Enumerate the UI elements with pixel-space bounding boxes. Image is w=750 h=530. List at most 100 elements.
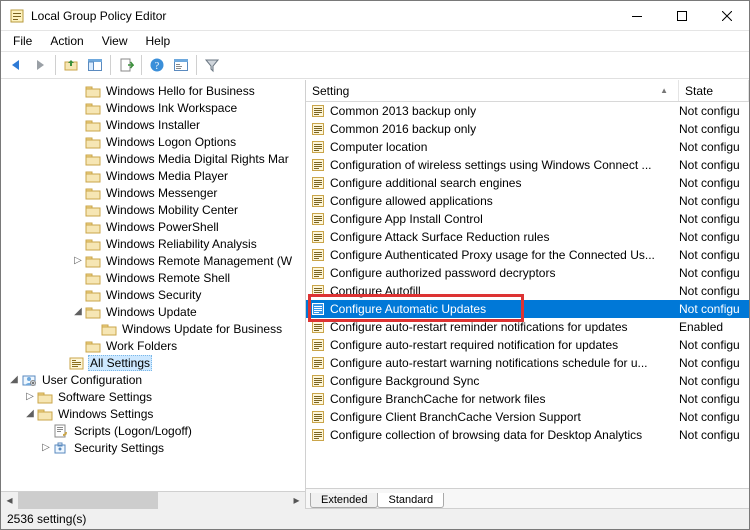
list-setting: Common 2016 backup only [330, 122, 679, 136]
tree-item[interactable]: Windows Reliability Analysis [1, 235, 305, 252]
list-row[interactable]: Configure AutofillNot configu [306, 282, 749, 300]
column-state[interactable]: State [679, 80, 749, 101]
list-row[interactable]: Configure allowed applicationsNot config… [306, 192, 749, 210]
statusbar: 2536 setting(s) [1, 508, 749, 529]
close-button[interactable] [704, 1, 749, 30]
list-row[interactable]: Common 2013 backup onlyNot configu [306, 102, 749, 120]
expand-icon[interactable]: ▷ [23, 390, 37, 404]
properties-button[interactable] [170, 54, 192, 76]
list-row[interactable]: Configure Automatic UpdatesNot configu [306, 300, 749, 318]
tree-item[interactable]: ◢Windows Settings [1, 405, 305, 422]
maximize-button[interactable] [659, 1, 704, 30]
tree-item[interactable]: Scripts (Logon/Logoff) [1, 422, 305, 439]
expand-icon[interactable]: ◢ [71, 305, 85, 319]
menu-action[interactable]: Action [42, 33, 91, 49]
 [55, 356, 69, 370]
list[interactable]: Common 2013 backup onlyNot configuCommon… [306, 102, 749, 488]
tree-item[interactable]: Windows Media Player [1, 167, 305, 184]
policy-icon [310, 284, 326, 298]
folder-icon [85, 185, 101, 201]
list-state: Not configu [679, 338, 749, 352]
list-state: Not configu [679, 302, 749, 316]
list-row[interactable]: Configure collection of browsing data fo… [306, 426, 749, 444]
tree-hscrollbar[interactable]: ◂ ▸ [1, 491, 305, 508]
 [71, 271, 85, 285]
tree-item[interactable]: ▷Security Settings [1, 439, 305, 456]
tree-item[interactable]: Windows Hello for Business [1, 82, 305, 99]
tree-item[interactable]: ▷Software Settings [1, 388, 305, 405]
list-setting: Configure Authenticated Proxy usage for … [330, 248, 679, 262]
help-button[interactable]: ? [146, 54, 168, 76]
tree-item[interactable]: Work Folders [1, 337, 305, 354]
tree-item[interactable]: Windows Installer [1, 116, 305, 133]
scroll-left-button[interactable]: ◂ [1, 492, 18, 509]
scroll-thumb[interactable] [18, 492, 158, 509]
scroll-track[interactable] [18, 492, 288, 509]
expand-icon[interactable]: ▷ [71, 254, 85, 268]
folder-icon [85, 304, 101, 320]
minimize-button[interactable] [614, 1, 659, 30]
security-icon [53, 440, 69, 456]
back-button[interactable] [5, 54, 27, 76]
tree-item[interactable]: ▷ Windows Remote Management (W [1, 252, 305, 269]
expand-icon[interactable]: ▷ [39, 441, 53, 455]
policy-icon [310, 248, 326, 262]
list-row[interactable]: Configure Background SyncNot configu [306, 372, 749, 390]
tree-item[interactable]: Windows Security [1, 286, 305, 303]
tree-item[interactable]: Windows Media Digital Rights Mar [1, 150, 305, 167]
tree[interactable]: Windows Hello for BusinessWindows Ink Wo… [1, 80, 305, 491]
list-row[interactable]: Computer locationNot configu [306, 138, 749, 156]
list-setting: Configure collection of browsing data fo… [330, 428, 679, 442]
toolbar-separator [55, 55, 56, 75]
tree-item-label: Windows Remote Management (W [104, 254, 294, 268]
list-row[interactable]: Common 2016 backup onlyNot configu [306, 120, 749, 138]
toolbar-separator [110, 55, 111, 75]
tree-item[interactable]: Windows Mobility Center [1, 201, 305, 218]
tree-item[interactable]: All Settings [1, 354, 305, 371]
 [71, 84, 85, 98]
list-row[interactable]: Configure BranchCache for network filesN… [306, 390, 749, 408]
list-row[interactable]: Configuration of wireless settings using… [306, 156, 749, 174]
list-row[interactable]: Configure auto-restart warning notificat… [306, 354, 749, 372]
list-state: Not configu [679, 356, 749, 370]
show-hide-tree-button[interactable] [84, 54, 106, 76]
tree-item[interactable]: Windows Ink Workspace [1, 99, 305, 116]
list-row[interactable]: Configure Authenticated Proxy usage for … [306, 246, 749, 264]
tab-extended[interactable]: Extended [310, 493, 378, 508]
tab-standard[interactable]: Standard [377, 493, 444, 508]
tree-item[interactable]: Windows Logon Options [1, 133, 305, 150]
list-row[interactable]: Configure authorized password decryptors… [306, 264, 749, 282]
up-button[interactable] [60, 54, 82, 76]
menu-file[interactable]: File [5, 33, 40, 49]
tree-item[interactable]: Windows Messenger [1, 184, 305, 201]
policy-icon [310, 212, 326, 226]
tree-item[interactable]: ◢User Configuration [1, 371, 305, 388]
tree-item[interactable]: Windows Update for Business [1, 320, 305, 337]
 [71, 339, 85, 353]
tree-item[interactable]: Windows PowerShell [1, 218, 305, 235]
scroll-right-button[interactable]: ▸ [288, 492, 305, 509]
tree-item-label: Windows Messenger [104, 186, 219, 200]
list-setting: Configure auto-restart warning notificat… [330, 356, 679, 370]
forward-button[interactable] [29, 54, 51, 76]
expand-icon[interactable]: ◢ [7, 373, 21, 387]
tree-pane: Windows Hello for BusinessWindows Ink Wo… [1, 80, 306, 508]
list-row[interactable]: Configure App Install ControlNot configu [306, 210, 749, 228]
column-setting[interactable]: Setting▲ [306, 80, 679, 101]
menu-view[interactable]: View [94, 33, 136, 49]
filter-button[interactable] [201, 54, 223, 76]
list-row[interactable]: Configure Attack Surface Reduction rules… [306, 228, 749, 246]
tree-item[interactable]: ◢Windows Update [1, 303, 305, 320]
list-setting: Configuration of wireless settings using… [330, 158, 679, 172]
menu-help[interactable]: Help [138, 33, 179, 49]
list-row[interactable]: Configure auto-restart reminder notifica… [306, 318, 749, 336]
list-row[interactable]: Configure additional search enginesNot c… [306, 174, 749, 192]
tree-item-label: Windows Hello for Business [104, 84, 257, 98]
list-state: Enabled [679, 320, 749, 334]
tree-item[interactable]: Windows Remote Shell [1, 269, 305, 286]
export-button[interactable] [115, 54, 137, 76]
expand-icon[interactable]: ◢ [23, 407, 37, 421]
list-row[interactable]: Configure auto-restart required notifica… [306, 336, 749, 354]
list-row[interactable]: Configure Client BranchCache Version Sup… [306, 408, 749, 426]
policy-icon [310, 302, 326, 316]
